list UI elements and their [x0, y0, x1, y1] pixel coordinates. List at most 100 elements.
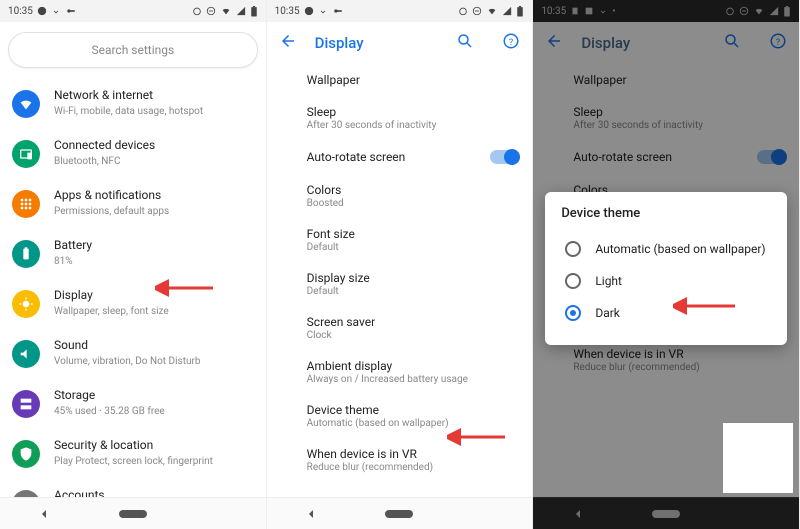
settings-item-battery[interactable]: Battery 81%	[0, 228, 266, 278]
signal-icon	[236, 6, 246, 16]
item-title: Display	[54, 288, 254, 304]
storage-icon	[12, 390, 40, 418]
recents-nav-button[interactable]	[201, 504, 241, 524]
item-subtitle: Volume, vibration, Do Not Disturb	[54, 355, 254, 368]
speech-bubble-icon	[37, 6, 47, 16]
item-subtitle: Play Protect, screen lock, fingerprint	[54, 455, 254, 468]
item-title: Apps & notifications	[54, 188, 254, 204]
item-subtitle: Automatic (based on wallpaper)	[307, 418, 515, 429]
status-time: 10:35	[275, 6, 300, 17]
android-nav-bar	[0, 497, 266, 529]
item-subtitle: Default	[307, 242, 515, 253]
settings-item-network-internet[interactable]: Network & internet Wi-Fi, mobile, data u…	[0, 78, 266, 128]
option-label: Dark	[595, 306, 620, 320]
key-icon	[332, 6, 344, 16]
item-subtitle: Wallpaper, sleep, font size	[54, 305, 254, 318]
settings-list: Network & internet Wi-Fi, mobile, data u…	[0, 78, 266, 497]
wifi-icon	[486, 6, 498, 16]
item-subtitle: Bluetooth, NFC	[54, 155, 254, 168]
search-icon[interactable]	[456, 32, 474, 54]
item-title: Network & internet	[54, 88, 254, 104]
item-title: Accounts	[54, 488, 254, 497]
item-title: Wallpaper	[307, 73, 515, 87]
recents-nav-button[interactable]	[468, 504, 508, 524]
display-item-screen-saver[interactable]: Screen saverClock	[267, 306, 533, 350]
item-title: Security & location	[54, 438, 254, 454]
display-item-wallpaper[interactable]: Wallpaper	[267, 64, 533, 96]
item-title: Storage	[54, 388, 254, 404]
item-title: Colors	[307, 183, 515, 197]
settings-item-accounts[interactable]: Accounts Personal (POP3), Google, FedEx	[0, 478, 266, 497]
theme-option-dark[interactable]: Dark	[561, 297, 771, 329]
settings-item-apps-notifications[interactable]: Apps & notifications Permissions, defaul…	[0, 178, 266, 228]
display-app-bar: Display ?	[267, 22, 533, 64]
battery-icon	[12, 240, 40, 268]
item-subtitle: After 30 seconds of inactivity	[307, 120, 515, 131]
signal-icon	[502, 6, 512, 16]
theme-option-light[interactable]: Light	[561, 265, 771, 297]
devices-icon	[12, 140, 40, 168]
android-nav-bar	[267, 497, 533, 529]
battery-icon	[250, 6, 258, 17]
display-item-auto-rotate-screen[interactable]: Auto-rotate screen	[267, 140, 533, 174]
item-subtitle: Always on / Increased battery usage	[307, 374, 515, 385]
battery-icon	[516, 6, 524, 17]
toggle-switch[interactable]	[490, 150, 518, 164]
svg-text:?: ?	[509, 38, 513, 48]
brightness-icon	[12, 290, 40, 318]
download-icon	[51, 6, 61, 16]
display-item-display-size[interactable]: Display sizeDefault	[267, 262, 533, 306]
home-nav-button[interactable]	[379, 504, 419, 524]
display-item-device-theme[interactable]: Device themeAutomatic (based on wallpape…	[267, 394, 533, 438]
app-bar-title: Display	[315, 34, 429, 52]
back-nav-button[interactable]	[291, 504, 331, 524]
item-title: Sound	[54, 338, 254, 354]
item-subtitle: Clock	[307, 330, 515, 341]
item-title: Ambient display	[307, 359, 515, 373]
home-nav-button[interactable]	[113, 504, 153, 524]
item-subtitle: Wi-Fi, mobile, data usage, hotspot	[54, 105, 254, 118]
item-subtitle: 81%	[54, 255, 254, 268]
download-icon	[318, 6, 328, 16]
display-item-font-size[interactable]: Font sizeDefault	[267, 218, 533, 262]
settings-item-sound[interactable]: Sound Volume, vibration, Do Not Disturb	[0, 328, 266, 378]
back-nav-button[interactable]	[24, 504, 64, 524]
display-list: Wallpaper SleepAfter 30 seconds of inacti…	[267, 64, 533, 497]
item-title: Font size	[307, 227, 515, 241]
search-settings-input[interactable]: Search settings	[8, 32, 258, 68]
security-icon	[12, 440, 40, 468]
help-icon[interactable]: ?	[502, 32, 520, 54]
settings-item-security-location[interactable]: Security & location Play Protect, screen…	[0, 428, 266, 478]
display-item-when-device-is-in-vr[interactable]: When device is in VRReduce blur (recomme…	[267, 438, 533, 482]
theme-option-automatic-based-on-wallpaper-[interactable]: Automatic (based on wallpaper)	[561, 233, 771, 265]
apps-icon	[12, 190, 40, 218]
dnd-icon	[472, 6, 482, 16]
display-item-ambient-display[interactable]: Ambient displayAlways on / Increased bat…	[267, 350, 533, 394]
settings-item-storage[interactable]: Storage 45% used · 35.28 GB free	[0, 378, 266, 428]
white-overlay-box	[723, 423, 793, 493]
option-label: Light	[595, 274, 622, 288]
alarm-icon	[458, 6, 468, 16]
display-item-sleep[interactable]: SleepAfter 30 seconds of inactivity	[267, 96, 533, 140]
item-title: Sleep	[307, 105, 515, 119]
screen-theme-dialog: 10:35 • Display ? WallpaperSleepAfter 30…	[533, 0, 800, 529]
account-icon	[12, 490, 40, 497]
speech-bubble-icon	[304, 6, 314, 16]
back-button[interactable]	[279, 32, 297, 54]
wifi-icon	[220, 6, 232, 16]
settings-item-display[interactable]: Display Wallpaper, sleep, font size	[0, 278, 266, 328]
alarm-icon	[192, 6, 202, 16]
item-title: Battery	[54, 238, 254, 254]
device-theme-dialog: Device theme Automatic (based on wallpap…	[545, 192, 787, 345]
settings-item-connected-devices[interactable]: Connected devices Bluetooth, NFC	[0, 128, 266, 178]
item-subtitle: Default	[307, 286, 515, 297]
item-title: Display size	[307, 271, 515, 285]
item-subtitle: Permissions, default apps	[54, 205, 254, 218]
item-title: Device theme	[307, 403, 515, 417]
item-title: Connected devices	[54, 138, 254, 154]
radio-icon	[565, 305, 581, 321]
radio-icon	[565, 241, 581, 257]
option-label: Automatic (based on wallpaper)	[595, 242, 765, 256]
display-item-colors[interactable]: ColorsBoosted	[267, 174, 533, 218]
dialog-title: Device theme	[561, 206, 771, 221]
